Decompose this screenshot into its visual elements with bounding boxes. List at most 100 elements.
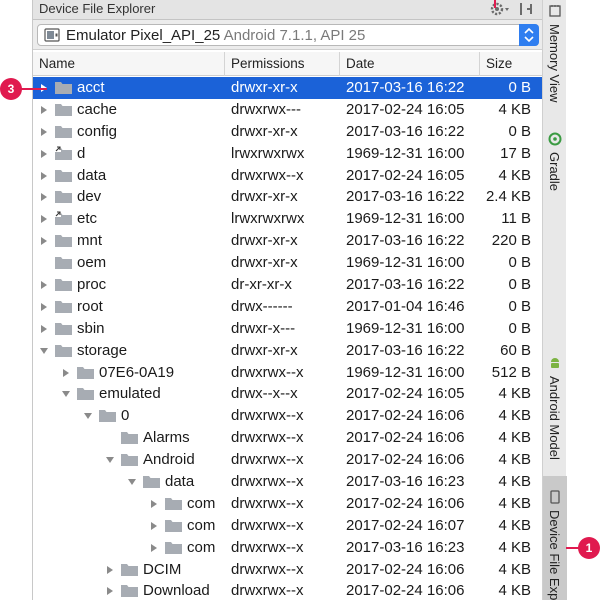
collapsed-arrow-icon[interactable]: [39, 280, 49, 290]
tree-row[interactable]: etc lrwxrwxrwx 1969-12-31 16:00 11 B: [33, 208, 543, 230]
folder-icon: [55, 125, 72, 138]
collapsed-arrow-icon[interactable]: [39, 324, 49, 334]
tree-row[interactable]: config drwxr-xr-x 2017-03-16 16:22 0 B: [33, 121, 543, 143]
tab-android-model[interactable]: Android Model: [543, 350, 567, 460]
collapsed-arrow-icon[interactable]: [149, 543, 159, 553]
file-tree: acct drwxr-xr-x 2017-03-16 16:22 0 Bcache dr…: [33, 77, 543, 600]
file-name: emulated: [99, 385, 161, 403]
expanded-arrow-icon[interactable]: [105, 455, 115, 465]
collapsed-arrow-icon[interactable]: [39, 171, 49, 181]
tree-row[interactable]: com drwxrwx--x 2017-03-16 16:23 4 KB: [33, 537, 543, 559]
tree-row[interactable]: sbin drwxr-x--- 1969-12-31 16:00 0 B: [33, 318, 543, 340]
file-size: 0 B: [508, 79, 531, 96]
file-permissions: drwxr-xr-x: [231, 188, 298, 206]
device-selector[interactable]: Emulator Pixel_API_25 Android 7.1.1, API…: [37, 24, 539, 46]
tree-row[interactable]: data drwxrwx--x 2017-03-16 16:23 4 KB: [33, 471, 543, 493]
folder-icon: [165, 497, 182, 510]
tree-row[interactable]: storage drwxr-xr-x 2017-03-16 16:22 60 B: [33, 340, 543, 362]
file-name-cell: Download: [143, 580, 221, 600]
collapsed-arrow-icon[interactable]: [61, 368, 71, 378]
callout-marker-3: 3: [0, 78, 22, 100]
expanded-arrow-icon[interactable]: [83, 411, 93, 421]
column-divider[interactable]: [479, 52, 480, 76]
tree-row[interactable]: 0 drwxrwx--x 2017-02-24 16:06 4 KB: [33, 405, 543, 427]
file-date: 1969-12-31 16:00: [346, 254, 465, 272]
folder-icon: [55, 169, 72, 182]
tree-row[interactable]: mnt drwxr-xr-x 2017-03-16 16:22 220 B: [33, 230, 543, 252]
file-permissions: drwxrwx--x: [231, 429, 304, 447]
file-name-cell: 0: [121, 405, 221, 427]
tree-row[interactable]: oem drwxr-xr-x 1969-12-31 16:00 0 B: [33, 252, 543, 274]
tree-row[interactable]: emulated drwx--x--x 2017-02-24 16:05 4 KB: [33, 383, 543, 405]
column-header-date[interactable]: Date: [346, 56, 375, 71]
collapsed-arrow-icon[interactable]: [105, 586, 115, 596]
collapsed-arrow-icon[interactable]: [39, 236, 49, 246]
file-date: 2017-02-24 16:06: [346, 560, 465, 578]
expanded-arrow-icon[interactable]: [61, 389, 71, 399]
collapsed-arrow-icon[interactable]: [149, 499, 159, 509]
column-divider[interactable]: [339, 52, 340, 76]
hide-panel-button[interactable]: [517, 0, 535, 18]
file-name-cell: proc: [77, 274, 221, 296]
android-icon: [551, 358, 559, 368]
tree-row[interactable]: 07E6-0A19 drwxrwx--x 1969-12-31 16:00 512 B: [33, 362, 543, 384]
file-size: 4 KB: [498, 560, 531, 578]
collapsed-arrow-icon[interactable]: [39, 149, 49, 159]
column-header-size[interactable]: Size: [486, 56, 512, 71]
tree-row[interactable]: cache drwxrwx--- 2017-02-24 16:05 4 KB: [33, 99, 543, 121]
tree-row[interactable]: dev drwxr-xr-x 2017-03-16 16:22 2.4 KB: [33, 186, 543, 208]
file-name-cell: sbin: [77, 318, 221, 340]
collapsed-arrow-icon[interactable]: [149, 521, 159, 531]
file-name: etc: [77, 210, 98, 228]
tree-row[interactable]: Alarms drwxrwx--x 2017-02-24 16:06 4 KB: [33, 427, 543, 449]
settings-button[interactable]: [489, 0, 511, 18]
tree-row[interactable]: proc dr-xr-xr-x 2017-03-16 16:22 0 B: [33, 274, 543, 296]
file-size: 4 KB: [498, 582, 531, 600]
file-date: 2017-03-16 16:22: [346, 276, 465, 294]
file-permissions: lrwxrwxrwx: [231, 210, 305, 228]
file-name-cell: mnt: [77, 230, 221, 252]
file-name-cell: Alarms: [143, 427, 221, 449]
file-name: com: [187, 494, 216, 512]
tree-row[interactable]: Download drwxrwx--x 2017-02-24 16:06 4 KB: [33, 580, 543, 600]
column-divider[interactable]: [224, 52, 225, 76]
tree-row[interactable]: data drwxrwx--x 2017-02-24 16:05 4 KB: [33, 165, 543, 187]
tab-gradle[interactable]: Gradle: [543, 126, 567, 196]
collapsed-arrow-icon[interactable]: [39, 105, 49, 115]
tab-device-file-explorer[interactable]: Device File Exp: [543, 476, 567, 600]
collapsed-arrow-icon[interactable]: [105, 565, 115, 575]
collapsed-arrow-icon[interactable]: [39, 214, 49, 224]
collapsed-arrow-icon[interactable]: [39, 192, 49, 202]
tree-row[interactable]: root drwx------ 2017-01-04 16:46 0 B: [33, 296, 543, 318]
folder-icon: [99, 410, 116, 423]
file-size: 4 KB: [498, 494, 531, 512]
tab-memory-view[interactable]: Memory View: [543, 0, 567, 112]
tree-row[interactable]: com drwxrwx--x 2017-02-24 16:07 4 KB: [33, 515, 543, 537]
device-dropdown-button[interactable]: [519, 24, 539, 46]
folder-icon: [55, 300, 72, 313]
folder-icon: [121, 454, 138, 467]
folder-icon: [55, 235, 72, 248]
file-date: 2017-01-04 16:46: [346, 297, 465, 315]
file-size: 220 B: [491, 232, 531, 250]
collapsed-arrow-icon[interactable]: [39, 127, 49, 137]
folder-icon: [55, 257, 72, 270]
folder-icon: [121, 432, 138, 445]
column-header-permissions[interactable]: Permissions: [231, 56, 305, 71]
expanded-arrow-icon[interactable]: [127, 477, 137, 487]
collapsed-arrow-icon[interactable]: [39, 302, 49, 312]
panel-title: Device File Explorer: [39, 1, 156, 16]
tree-row[interactable]: d lrwxrwxrwx 1969-12-31 16:00 17 B: [33, 143, 543, 165]
expanded-arrow-icon[interactable]: [39, 346, 49, 356]
file-date: 2017-03-16 16:23: [346, 538, 465, 556]
file-name-cell: com: [187, 537, 221, 559]
folder-icon: [55, 103, 72, 116]
file-size: 60 B: [500, 341, 531, 359]
tree-row[interactable]: DCIM drwxrwx--x 2017-02-24 16:06 4 KB: [33, 559, 543, 581]
tree-row[interactable]: Android drwxrwx--x 2017-02-24 16:06 4 KB: [33, 449, 543, 471]
column-header-name[interactable]: Name: [39, 56, 75, 71]
file-name-cell: storage: [77, 340, 221, 362]
tree-row[interactable]: acct drwxr-xr-x 2017-03-16 16:22 0 B: [33, 77, 543, 99]
tree-row[interactable]: com drwxrwx--x 2017-02-24 16:06 4 KB: [33, 493, 543, 515]
folder-icon: [55, 322, 72, 335]
